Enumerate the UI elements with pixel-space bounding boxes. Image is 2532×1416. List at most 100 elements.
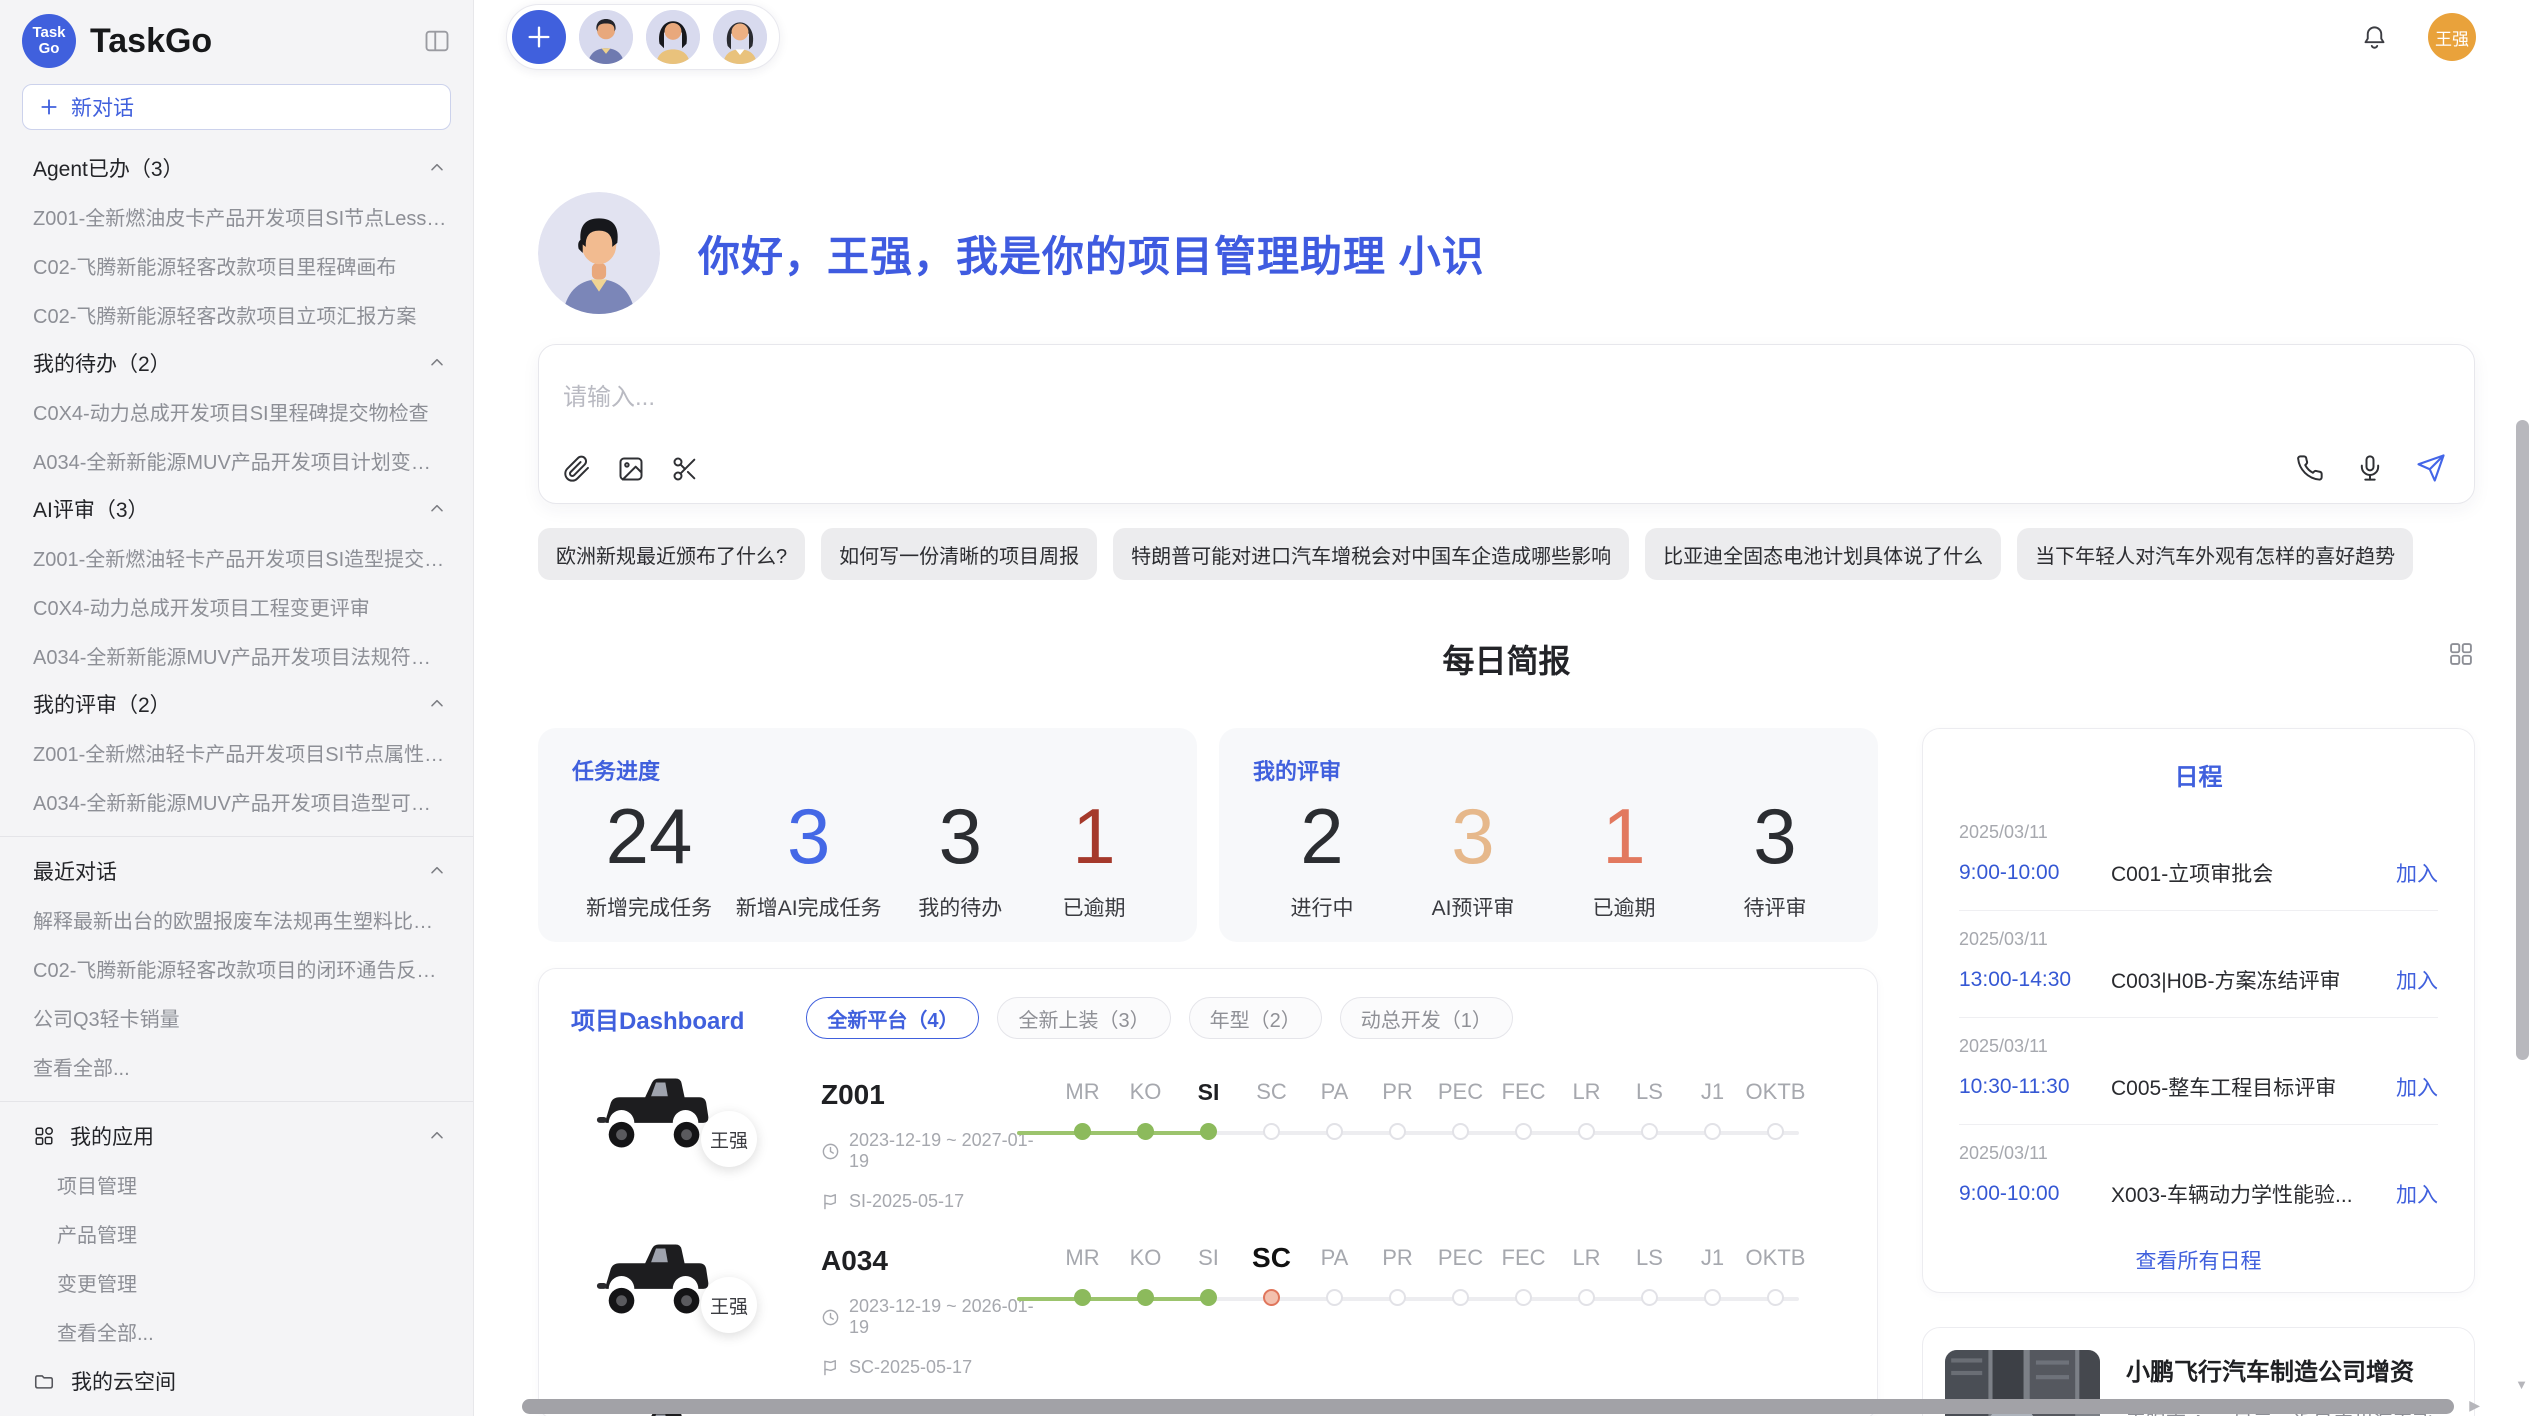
milestone-dot bbox=[1704, 1289, 1721, 1306]
sidebar-item[interactable]: 公司Q3轻卡销量 bbox=[0, 993, 473, 1042]
sidebar-item[interactable]: 产品管理 bbox=[0, 1209, 473, 1258]
notification-bell-icon[interactable] bbox=[2361, 24, 2388, 51]
scroll-right-arrow-icon[interactable]: ▶ bbox=[2469, 1397, 2480, 1414]
sidebar-section-header[interactable]: 我的应用 bbox=[0, 1112, 473, 1160]
stat-item: 2进行中 bbox=[1267, 796, 1377, 922]
sidebar-item-label: 我的云空间 bbox=[71, 1366, 176, 1396]
greeting-block: 你好，王强，我是你的项目管理助理 小识 bbox=[538, 192, 2475, 314]
send-icon[interactable] bbox=[2416, 453, 2446, 483]
agent-avatar[interactable] bbox=[579, 10, 633, 64]
sidebar-section: Agent已办（3）Z001-全新燃油皮卡产品开发项目SI节点Lesson Le… bbox=[0, 144, 473, 339]
join-link[interactable]: 加入 bbox=[2396, 858, 2438, 888]
dashboard-tabs: 全新平台（4） 全新上装（3） 年型（2） 动总开发（1） bbox=[806, 997, 1513, 1039]
sidebar-item[interactable]: Z001-全新燃油轻卡产品开发项目SI造型提交物评审 bbox=[0, 533, 473, 582]
sidebar-item[interactable]: C0X4-动力总成开发项目工程变更评审 bbox=[0, 582, 473, 631]
chevron-up-icon[interactable] bbox=[427, 694, 447, 714]
user-avatar[interactable]: 王强 bbox=[2428, 13, 2476, 61]
dashboard-tab[interactable]: 动总开发（1） bbox=[1340, 997, 1513, 1039]
event-row: 13:00-14:30C003|H0B-方案冻结评审加入 bbox=[1959, 965, 2438, 995]
sidebar-item[interactable]: 查看全部... bbox=[0, 1307, 473, 1356]
app-logo: Task Go bbox=[22, 14, 76, 68]
chevron-up-icon[interactable] bbox=[427, 158, 447, 178]
suggestion-chip[interactable]: 特朗普可能对进口汽车增税会对中国车企造成哪些影响 bbox=[1113, 528, 1629, 580]
milestone-label: SI bbox=[1177, 1075, 1240, 1109]
agent-pill bbox=[506, 4, 780, 70]
scroll-down-arrow-icon[interactable]: ▼ bbox=[2515, 1377, 2528, 1392]
join-link[interactable]: 加入 bbox=[2396, 1179, 2438, 1209]
stat-value: 3 bbox=[1720, 796, 1830, 878]
milestone: SC bbox=[1240, 1075, 1303, 1140]
agent-avatar[interactable] bbox=[646, 10, 700, 64]
stat-row: 24新增完成任务3新增AI完成任务3我的待办1已逾期 bbox=[572, 796, 1163, 922]
chevron-up-icon[interactable] bbox=[427, 353, 447, 373]
project-dates-text: 2023-12-19 ~ 2027-01-19 bbox=[849, 1130, 1051, 1172]
chevron-up-icon[interactable] bbox=[427, 499, 447, 519]
join-link[interactable]: 加入 bbox=[2396, 965, 2438, 995]
sidebar-item-favorites[interactable]: 我的收藏 bbox=[0, 1406, 473, 1416]
event-title: C005-整车工程目标评审 bbox=[2111, 1072, 2382, 1102]
chevron-up-icon bbox=[427, 499, 447, 519]
agent-avatar[interactable] bbox=[713, 10, 767, 64]
event-date: 2025/03/11 bbox=[1959, 822, 2438, 843]
sidebar-collapse-icon[interactable] bbox=[423, 27, 451, 55]
sidebar-item[interactable]: C0X4-动力总成开发项目SI里程碑提交物检查 bbox=[0, 387, 473, 436]
attachment-icon[interactable] bbox=[563, 455, 591, 483]
milestone-label: LR bbox=[1555, 1241, 1618, 1275]
stat-value: 1 bbox=[1039, 796, 1149, 878]
chevron-up-icon[interactable] bbox=[427, 1126, 447, 1146]
sidebar-section-header[interactable]: 我的评审（2） bbox=[0, 680, 473, 728]
dashboard-tab[interactable]: 全新上装（3） bbox=[997, 997, 1170, 1039]
sidebar-item[interactable]: C02-飞腾新能源轻客改款项目的闭环通告反馈情况 bbox=[0, 944, 473, 993]
sidebar-section-header[interactable]: AI评审（3） bbox=[0, 485, 473, 533]
suggestion-chip[interactable]: 当下年轻人对汽车外观有怎样的喜好趋势 bbox=[2017, 528, 2413, 580]
sidebar-section-title: 我的评审（2） bbox=[33, 689, 171, 719]
milestone-dot bbox=[1578, 1123, 1595, 1140]
view-all-schedule-link[interactable]: 查看所有日程 bbox=[1959, 1231, 2438, 1297]
dashboard-tab[interactable]: 全新平台（4） bbox=[806, 997, 979, 1039]
stat-item: 3新增AI完成任务 bbox=[736, 796, 882, 922]
vertical-scrollbar[interactable] bbox=[2516, 420, 2529, 1060]
scissors-icon[interactable] bbox=[671, 455, 699, 483]
sidebar-item-cloud-space[interactable]: 我的云空间 bbox=[0, 1356, 473, 1406]
microphone-icon[interactable] bbox=[2356, 454, 2384, 482]
sidebar-item[interactable]: A034-全新新能源MUV产品开发项目造型可行性评审 bbox=[0, 777, 473, 826]
sidebar-item[interactable]: 变更管理 bbox=[0, 1258, 473, 1307]
sidebar-item[interactable]: Z001-全新燃油轻卡产品开发项目SI节点属性5D文件评审 bbox=[0, 728, 473, 777]
horizontal-scrollbar[interactable] bbox=[522, 1399, 2454, 1414]
phone-call-icon[interactable] bbox=[2296, 454, 2324, 482]
app-logo-text: Task bbox=[32, 25, 65, 41]
sidebar-item[interactable]: 项目管理 bbox=[0, 1160, 473, 1209]
sidebar-item[interactable]: A034-全新新能源MUV产品开发项目法规符合性评审 bbox=[0, 631, 473, 680]
sidebar-section-title: 最近对话 bbox=[33, 856, 117, 886]
app-title: TaskGo bbox=[90, 22, 423, 61]
chevron-up-icon[interactable] bbox=[427, 861, 447, 881]
event-row: 9:00-10:00C001-立项审批会加入 bbox=[1959, 858, 2438, 888]
stat-label: 进行中 bbox=[1267, 892, 1377, 922]
sidebar-item[interactable]: 查看全部... bbox=[0, 1042, 473, 1091]
stat-value: 1 bbox=[1569, 796, 1679, 878]
sidebar-section-header[interactable]: 最近对话 bbox=[0, 847, 473, 895]
sidebar-item[interactable]: Z001-全新燃油皮卡产品开发项目SI节点Lesson Learn报告 bbox=[0, 192, 473, 241]
new-chat-button[interactable]: 新对话 bbox=[22, 84, 451, 130]
event-time: 10:30-11:30 bbox=[1959, 1075, 2111, 1099]
milestone-label: J1 bbox=[1681, 1241, 1744, 1275]
join-link[interactable]: 加入 bbox=[2396, 1072, 2438, 1102]
image-icon[interactable] bbox=[617, 455, 645, 483]
sidebar-item[interactable]: A034-全新新能源MUV产品开发项目计划变更表编写 bbox=[0, 436, 473, 485]
suggestion-chip[interactable]: 欧洲新规最近颁布了什么? bbox=[538, 528, 805, 580]
milestone-label: PEC bbox=[1429, 1241, 1492, 1275]
dashboard-tab[interactable]: 年型（2） bbox=[1189, 997, 1322, 1039]
sidebar-item[interactable]: C02-飞腾新能源轻客改款项目立项汇报方案 bbox=[0, 290, 473, 339]
sidebar-section-header[interactable]: 我的待办（2） bbox=[0, 339, 473, 387]
suggestion-chip[interactable]: 比亚迪全固态电池计划具体说了什么 bbox=[1645, 528, 2001, 580]
sidebar-section-header[interactable]: Agent已办（3） bbox=[0, 144, 473, 192]
sidebar-item[interactable]: 解释最新出台的欧盟报废车法规再生塑料比例被调至15%... bbox=[0, 895, 473, 944]
clock-icon bbox=[821, 1142, 840, 1161]
layout-grid-icon[interactable] bbox=[2447, 640, 2475, 673]
sidebar-item[interactable]: C02-飞腾新能源轻客改款项目里程碑画布 bbox=[0, 241, 473, 290]
add-agent-button[interactable] bbox=[512, 10, 566, 64]
suggestion-chip[interactable]: 如何写一份清晰的项目周报 bbox=[821, 528, 1097, 580]
chat-input[interactable]: 请输入... bbox=[538, 344, 2475, 504]
chevron-up-icon bbox=[427, 1126, 447, 1146]
milestone: PR bbox=[1366, 1241, 1429, 1306]
